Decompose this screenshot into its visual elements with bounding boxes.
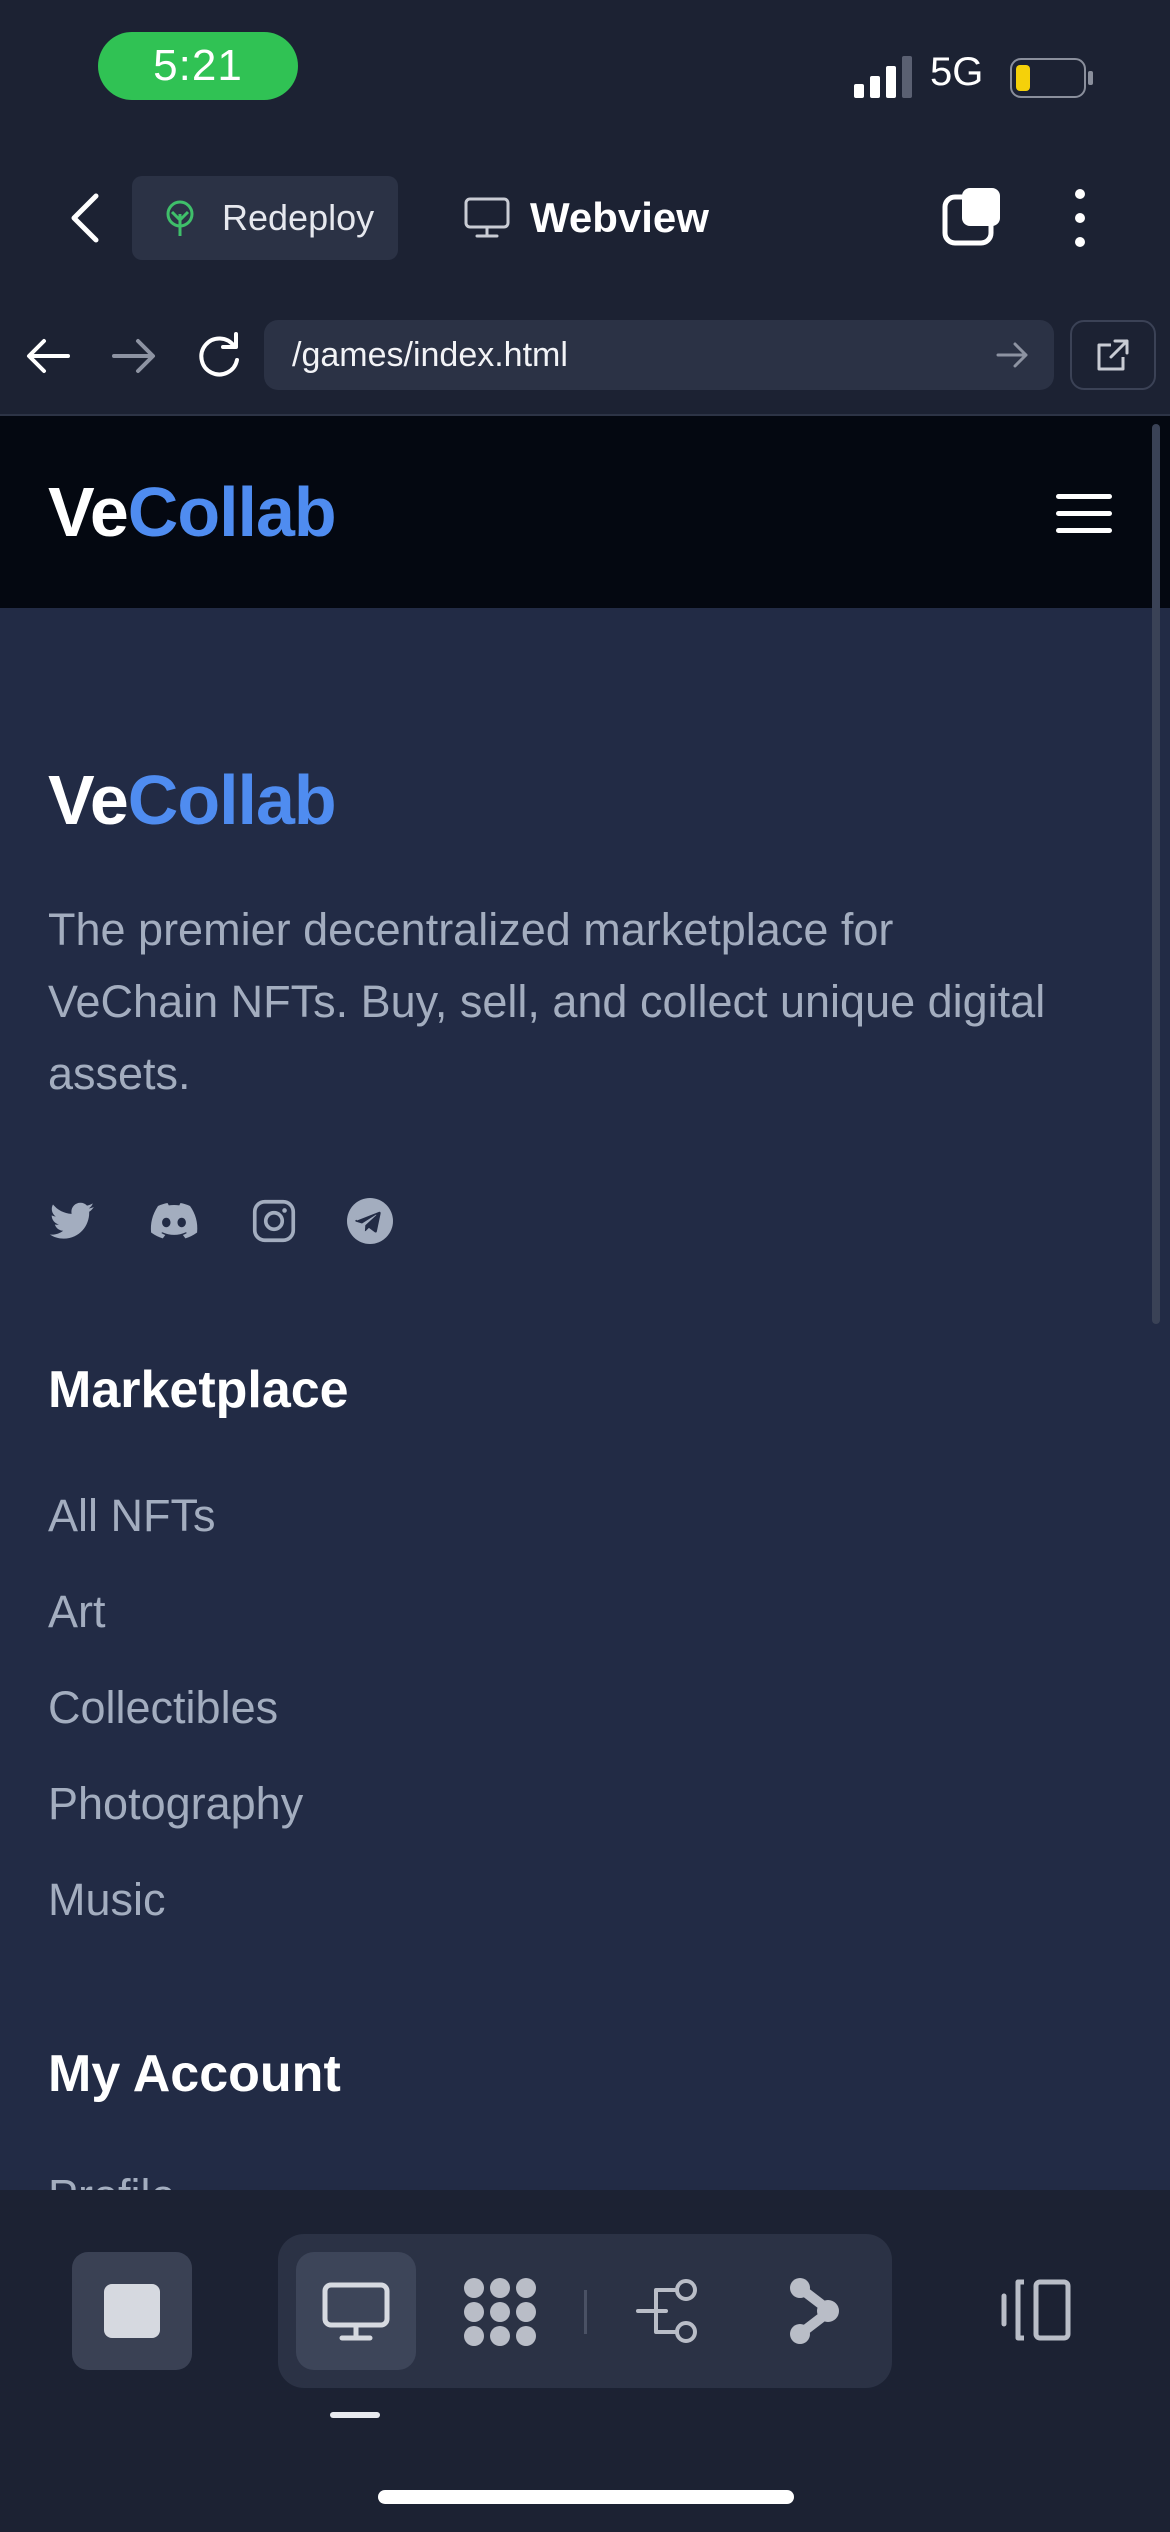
site-navbar: VeCollab [0,416,1170,608]
tabs-icon[interactable] [942,186,1004,248]
link-art[interactable]: Art [48,1586,106,1638]
battery-icon [1010,58,1093,98]
webpage: VeCollab VeCollab The premier decentrali… [0,416,1170,2190]
marketplace-heading: Marketplace [48,1361,349,1419]
network-label: 5G [930,50,984,94]
reload-icon[interactable] [194,330,244,380]
back-chevron-icon[interactable] [60,190,110,246]
active-tab-indicator [330,2412,380,2418]
link-music[interactable]: Music [48,1874,166,1926]
site-logo[interactable]: VeCollab [48,472,337,552]
link-profile[interactable]: Profile [48,2170,176,2190]
link-collectibles[interactable]: Collectibles [48,1682,278,1734]
site-description: The premier decentralized marketplace fo… [48,904,1046,1099]
external-link-icon [1097,339,1129,371]
arrow-right-icon[interactable] [110,336,158,376]
monitor-icon [322,2282,390,2341]
split-panel-icon[interactable] [1000,2278,1072,2342]
link-photography[interactable]: Photography [48,1778,303,1830]
redeploy-icon [166,200,194,236]
branch-icon[interactable] [786,2276,842,2346]
url-field[interactable]: /games/index.html [264,320,1054,390]
toolbar-divider [584,2290,587,2334]
monitor-icon [464,197,510,238]
url-text: /games/index.html [292,335,568,374]
more-vertical-icon[interactable] [1060,186,1100,250]
redeploy-label: Redeploy [222,197,375,238]
my-account-heading: My Account [48,2045,341,2103]
twitter-icon[interactable] [48,1197,96,1245]
webview-label: Webview [530,194,709,241]
signal-icon [854,56,912,98]
stop-icon [104,2284,160,2338]
link-all-nfts[interactable]: All NFTs [48,1490,216,1542]
flow-icon[interactable] [636,2278,706,2344]
hamburger-menu-icon[interactable] [1056,492,1112,536]
go-arrow-icon[interactable] [996,340,1030,370]
page-scrollbar[interactable] [1152,424,1160,1324]
discord-icon[interactable] [146,1197,202,1245]
open-external-button[interactable] [1070,320,1156,390]
home-indicator[interactable] [378,2490,794,2504]
social-links [48,1196,444,1246]
instagram-icon[interactable] [252,1199,296,1243]
webview-title: Webview [464,186,709,250]
status-time: 5:21 [98,32,298,100]
telegram-icon[interactable] [346,1197,394,1245]
redeploy-button[interactable]: Redeploy [132,176,398,260]
arrow-left-icon[interactable] [24,336,72,376]
grid-blobs-icon[interactable] [462,2276,538,2348]
footer-logo: VeCollab [48,761,337,839]
